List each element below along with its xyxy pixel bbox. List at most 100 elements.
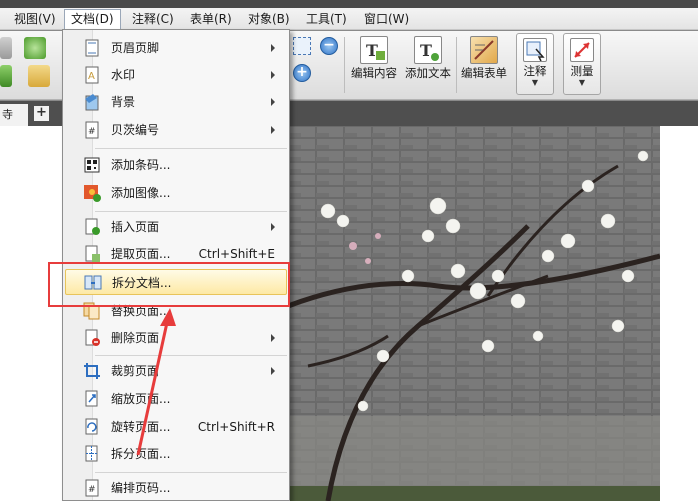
menu-item-extract-page[interactable]: 提取页面... Ctrl+Shift+E <box>65 241 287 267</box>
measure-dropdown-icon[interactable]: ▼ <box>564 78 600 88</box>
svg-text:T: T <box>420 41 432 60</box>
menu-separator <box>95 148 287 149</box>
menu-item-label: 添加条码... <box>111 158 171 172</box>
menu-item-bates-numbering[interactable]: # 贝茨编号 <box>65 117 287 143</box>
background-icon <box>83 93 101 111</box>
add-text-icon: T <box>414 36 442 64</box>
menu-item-label: 拆分文档... <box>112 276 172 290</box>
toolbar-separator <box>344 37 345 93</box>
delete-page-icon <box>83 329 101 347</box>
menu-item-label: 页眉页脚 <box>111 41 160 55</box>
menu-bar: 视图(V) 文档(D) 注释(C) 表单(R) 对象(B) 工具(T) 窗口(W… <box>0 8 698 30</box>
menu-separator <box>95 472 287 473</box>
split-page-icon <box>83 445 101 463</box>
title-strip <box>0 0 698 8</box>
down-arrow-icon[interactable] <box>0 65 12 87</box>
menu-item-background[interactable]: 背景 <box>65 89 287 115</box>
annotate-dropdown-icon[interactable]: ▼ <box>517 78 553 88</box>
document-page-image <box>288 126 660 501</box>
menu-item-label: 添加图像... <box>111 186 171 200</box>
edit-form-icon <box>470 36 498 64</box>
menu-item-label: 裁剪页面 <box>111 364 160 378</box>
submenu-arrow-icon <box>271 367 275 375</box>
add-text-label: 添加文本 <box>405 66 451 80</box>
zoom-in-icon[interactable]: + <box>293 64 311 82</box>
submenu-arrow-icon <box>271 71 275 79</box>
svg-text:#: # <box>88 127 96 137</box>
add-text-button[interactable]: T 添加文本 <box>402 34 454 94</box>
menu-form[interactable]: 表单(R) <box>184 9 238 29</box>
forward-page-icon[interactable] <box>28 65 50 87</box>
menu-view[interactable]: 视图(V) <box>8 9 62 29</box>
edit-content-button[interactable]: T 编辑内容 <box>346 34 402 94</box>
measure-button[interactable]: 测量 ▼ <box>563 33 601 95</box>
marquee-zoom-icon[interactable] <box>293 37 311 55</box>
menu-item-label: 背景 <box>111 95 136 109</box>
menu-item-label: 删除页面 <box>111 331 160 345</box>
edit-form-button[interactable]: 编辑表单 <box>458 34 510 94</box>
crop-page-icon <box>83 362 101 380</box>
menu-item-label: 提取页面... <box>111 247 171 261</box>
menu-item-label: 贝茨编号 <box>111 123 160 137</box>
menu-item-rotate-page[interactable]: 旋转页面... Ctrl+Shift+R <box>65 414 287 440</box>
menu-window[interactable]: 窗口(W) <box>358 9 415 29</box>
add-image-icon <box>83 184 101 202</box>
edit-content-label: 编辑内容 <box>351 66 397 80</box>
annotate-label: 注释 <box>523 64 547 78</box>
edit-form-label: 编辑表单 <box>461 66 507 80</box>
bates-numbering-icon: # <box>83 121 101 139</box>
scroll-icon[interactable] <box>0 37 12 59</box>
menu-item-label: 缩放页面... <box>111 392 171 406</box>
document-menu-dropdown: 页眉页脚 A 水印 背景 # 贝茨编号 添加条码... 添加图像... 插入页面… <box>62 29 290 501</box>
menu-item-page-numbering[interactable]: # 编排页码... <box>65 475 287 501</box>
submenu-arrow-icon <box>271 44 275 52</box>
submenu-arrow-icon <box>271 334 275 342</box>
menu-item-shortcut: Ctrl+Shift+E <box>198 247 275 261</box>
menu-item-insert-page[interactable]: 插入页面 <box>65 214 287 240</box>
menu-item-watermark[interactable]: A 水印 <box>65 62 287 88</box>
edit-content-icon: T <box>360 36 388 64</box>
submenu-arrow-icon <box>271 223 275 231</box>
menu-item-replace-page[interactable]: 替换页面... <box>65 298 287 324</box>
menu-item-split-page[interactable]: 拆分页面... <box>65 441 287 467</box>
annotate-button[interactable]: 注释 ▼ <box>516 33 554 95</box>
scale-page-icon <box>83 390 101 408</box>
document-tab[interactable]: 寺 <box>0 104 28 126</box>
menu-item-split-document[interactable]: 拆分文档... <box>65 269 287 295</box>
menu-item-add-image[interactable]: 添加图像... <box>65 180 287 206</box>
menu-item-label: 编排页码... <box>111 481 171 495</box>
annotate-icon <box>523 38 547 62</box>
replace-page-icon <box>83 302 101 320</box>
zoom-out-icon[interactable]: − <box>320 37 338 55</box>
header-footer-icon <box>83 39 101 57</box>
extract-page-icon <box>83 245 101 263</box>
menu-separator <box>95 211 287 212</box>
menu-item-label: 插入页面 <box>111 220 160 234</box>
menu-item-delete-page[interactable]: 删除页面 <box>65 325 287 351</box>
menu-annotation[interactable]: 注释(C) <box>126 9 180 29</box>
barcode-icon <box>83 156 101 174</box>
watermark-icon: A <box>83 66 101 84</box>
svg-text:A: A <box>88 71 95 82</box>
new-tab-button[interactable]: + <box>34 106 49 121</box>
split-document-icon <box>84 274 102 292</box>
menu-separator <box>95 355 287 356</box>
menu-item-add-barcode[interactable]: 添加条码... <box>65 152 287 178</box>
menu-item-scale-page[interactable]: 缩放页面... <box>65 386 287 412</box>
menu-item-crop-page[interactable]: 裁剪页面 <box>65 358 287 384</box>
menu-tools[interactable]: 工具(T) <box>300 9 353 29</box>
menu-item-label: 替换页面... <box>111 304 171 318</box>
submenu-arrow-icon <box>271 126 275 134</box>
menu-item-label: 旋转页面... <box>111 420 171 434</box>
back-arrow-icon[interactable] <box>24 37 46 59</box>
menu-document[interactable]: 文档(D) <box>64 9 121 29</box>
menu-item-shortcut: Ctrl+Shift+R <box>197 420 275 434</box>
measure-label: 测量 <box>570 64 594 78</box>
rotate-page-icon <box>83 418 101 436</box>
menu-object[interactable]: 对象(B) <box>242 9 296 29</box>
menu-item-label: 水印 <box>111 68 136 82</box>
menu-item-header-footer[interactable]: 页眉页脚 <box>65 35 287 61</box>
measure-icon <box>570 38 594 62</box>
page-numbering-icon: # <box>83 479 101 497</box>
toolbar-separator <box>456 37 457 93</box>
